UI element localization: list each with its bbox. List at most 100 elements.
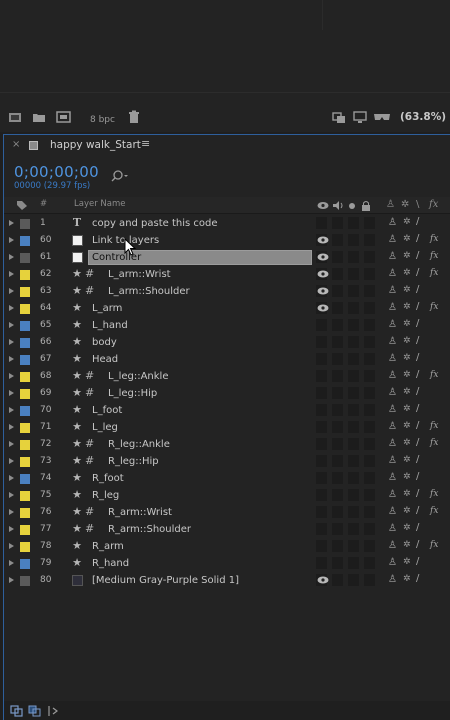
quality-switch-icon[interactable]: / bbox=[416, 437, 419, 448]
layer-name[interactable]: R_arm::Wrist bbox=[108, 507, 172, 518]
solo-switch[interactable] bbox=[348, 574, 359, 586]
layer-row[interactable]: 79 ★ R_hand ♙ ✲ / bbox=[4, 555, 450, 572]
lock-switch[interactable] bbox=[364, 421, 375, 433]
solo-switch[interactable] bbox=[348, 540, 359, 552]
visibility-eye-icon[interactable] bbox=[317, 286, 329, 296]
lock-switch[interactable] bbox=[364, 540, 375, 552]
layer-row[interactable]: 65 ★ L_hand ♙ ✲ / bbox=[4, 317, 450, 334]
layer-name[interactable]: R_arm::Shoulder bbox=[108, 524, 191, 535]
layer-name[interactable]: Head bbox=[92, 354, 118, 365]
visibility-eye-icon[interactable] bbox=[317, 303, 329, 313]
video-switch[interactable] bbox=[316, 455, 327, 467]
layer-row[interactable]: 75 ★ R_leg ♙ ✲ / fx bbox=[4, 487, 450, 504]
solo-switch[interactable] bbox=[348, 217, 359, 229]
audio-switch[interactable] bbox=[332, 319, 343, 331]
quality-switch-icon[interactable]: / bbox=[416, 301, 419, 312]
quality-switch-icon[interactable]: / bbox=[416, 386, 419, 397]
visibility-eye-icon[interactable] bbox=[317, 235, 329, 245]
video-switch[interactable] bbox=[316, 336, 327, 348]
quality-switch-icon[interactable]: / bbox=[416, 471, 419, 482]
video-switch[interactable] bbox=[316, 319, 327, 331]
expand-triangle-icon[interactable] bbox=[9, 441, 14, 447]
audio-switch[interactable] bbox=[332, 438, 343, 450]
collapse-switch-icon[interactable]: ✲ bbox=[403, 421, 411, 431]
collapse-switch-icon[interactable]: ✲ bbox=[403, 319, 411, 329]
collapse-switch-icon[interactable]: ✲ bbox=[403, 217, 411, 227]
expand-triangle-icon[interactable] bbox=[9, 458, 14, 464]
shy-switch-icon[interactable]: ♙ bbox=[388, 523, 397, 534]
audio-switch[interactable] bbox=[332, 268, 343, 280]
lock-switch[interactable] bbox=[364, 268, 375, 280]
collapse-switch-icon[interactable]: ✲ bbox=[403, 455, 411, 465]
monitor-icon[interactable] bbox=[353, 110, 367, 124]
shy-switch-icon[interactable]: ♙ bbox=[388, 353, 397, 364]
visibility-eye-icon[interactable] bbox=[317, 575, 329, 585]
shy-switch-icon[interactable]: ♙ bbox=[388, 285, 397, 296]
layer-name[interactable]: copy and paste this code bbox=[92, 218, 218, 229]
label-tag-icon[interactable] bbox=[16, 200, 28, 211]
expand-triangle-icon[interactable] bbox=[9, 577, 14, 583]
effects-switch-icon[interactable]: fx bbox=[430, 370, 438, 380]
video-switch[interactable] bbox=[316, 489, 327, 501]
transfer-controls-icon[interactable] bbox=[28, 705, 42, 717]
shy-switch-icon[interactable]: ♙ bbox=[388, 489, 397, 500]
composition-name[interactable]: happy walk_Start bbox=[50, 139, 141, 151]
audio-switch[interactable] bbox=[332, 251, 343, 263]
layer-row[interactable]: 68 ★ # L_leg::Ankle ♙ ✲ / fx bbox=[4, 368, 450, 385]
collapse-switch-icon[interactable]: ✲ bbox=[403, 370, 411, 380]
label-color-box[interactable] bbox=[20, 440, 30, 450]
solo-switch[interactable] bbox=[348, 353, 359, 365]
quality-switch-icon[interactable]: / bbox=[416, 488, 419, 499]
quality-switch-icon[interactable]: / bbox=[416, 505, 419, 516]
label-color-box[interactable] bbox=[20, 219, 30, 229]
lock-switch[interactable] bbox=[364, 302, 375, 314]
layer-row[interactable]: 72 ★ # R_leg::Ankle ♙ ✲ / fx bbox=[4, 436, 450, 453]
shy-switch-icon[interactable]: ♙ bbox=[388, 540, 397, 551]
quality-switch-icon[interactable]: / bbox=[416, 454, 419, 465]
solo-switch[interactable] bbox=[348, 438, 359, 450]
collapse-switch-icon[interactable]: ✲ bbox=[403, 302, 411, 312]
lock-switch[interactable] bbox=[364, 234, 375, 246]
quality-switch-icon[interactable]: / bbox=[416, 369, 419, 380]
layer-row[interactable]: 70 ★ L_foot ♙ ✲ / bbox=[4, 402, 450, 419]
collapse-switch-icon[interactable]: ✲ bbox=[403, 234, 411, 244]
lock-icon[interactable] bbox=[361, 200, 371, 211]
audio-switch[interactable] bbox=[332, 421, 343, 433]
solo-switch[interactable] bbox=[348, 557, 359, 569]
shy-switch-icon[interactable]: ♙ bbox=[388, 404, 397, 415]
solo-switch[interactable] bbox=[348, 251, 359, 263]
audio-switch[interactable] bbox=[332, 540, 343, 552]
expand-triangle-icon[interactable] bbox=[9, 475, 14, 481]
layer-name[interactable]: R_leg::Hip bbox=[108, 456, 159, 467]
video-switch[interactable] bbox=[316, 472, 327, 484]
label-color-box[interactable] bbox=[20, 355, 30, 365]
layer-name[interactable]: body bbox=[92, 337, 117, 348]
label-color-box[interactable] bbox=[20, 474, 30, 484]
lock-switch[interactable] bbox=[364, 285, 375, 297]
video-switch[interactable] bbox=[316, 523, 327, 535]
expand-triangle-icon[interactable] bbox=[9, 492, 14, 498]
collapse-switch-icon[interactable]: ✲ bbox=[403, 404, 411, 414]
color-depth-label[interactable]: 8 bpc bbox=[90, 115, 115, 125]
effects-switch-icon[interactable]: fx bbox=[430, 234, 438, 244]
shy-switch-icon[interactable]: ♙ bbox=[388, 217, 397, 228]
video-switch[interactable] bbox=[316, 421, 327, 433]
effects-switch-icon[interactable]: fx bbox=[430, 302, 438, 312]
audio-switch[interactable] bbox=[332, 302, 343, 314]
quality-switch-icon[interactable]: / bbox=[416, 216, 419, 227]
layer-name[interactable]: R_hand bbox=[92, 558, 129, 569]
layer-name[interactable]: L_arm bbox=[92, 303, 122, 314]
solo-dot-icon[interactable] bbox=[348, 202, 356, 210]
shy-switch-icon[interactable]: ♙ bbox=[388, 472, 397, 483]
solo-switch[interactable] bbox=[348, 268, 359, 280]
collapse-switch-icon[interactable]: ✲ bbox=[403, 251, 411, 261]
label-color-box[interactable] bbox=[20, 559, 30, 569]
effects-icon[interactable]: fx bbox=[429, 199, 438, 210]
layer-row[interactable]: 77 ★ # R_arm::Shoulder ♙ ✲ / bbox=[4, 521, 450, 538]
new-composition-icon[interactable] bbox=[56, 110, 72, 124]
collapse-switch-icon[interactable]: ✲ bbox=[403, 438, 411, 448]
layer-row[interactable]: 67 ★ Head ♙ ✲ / bbox=[4, 351, 450, 368]
layer-name[interactable]: L_arm::Wrist bbox=[108, 269, 171, 280]
layer-name[interactable]: L_foot bbox=[92, 405, 122, 416]
solo-switch[interactable] bbox=[348, 336, 359, 348]
